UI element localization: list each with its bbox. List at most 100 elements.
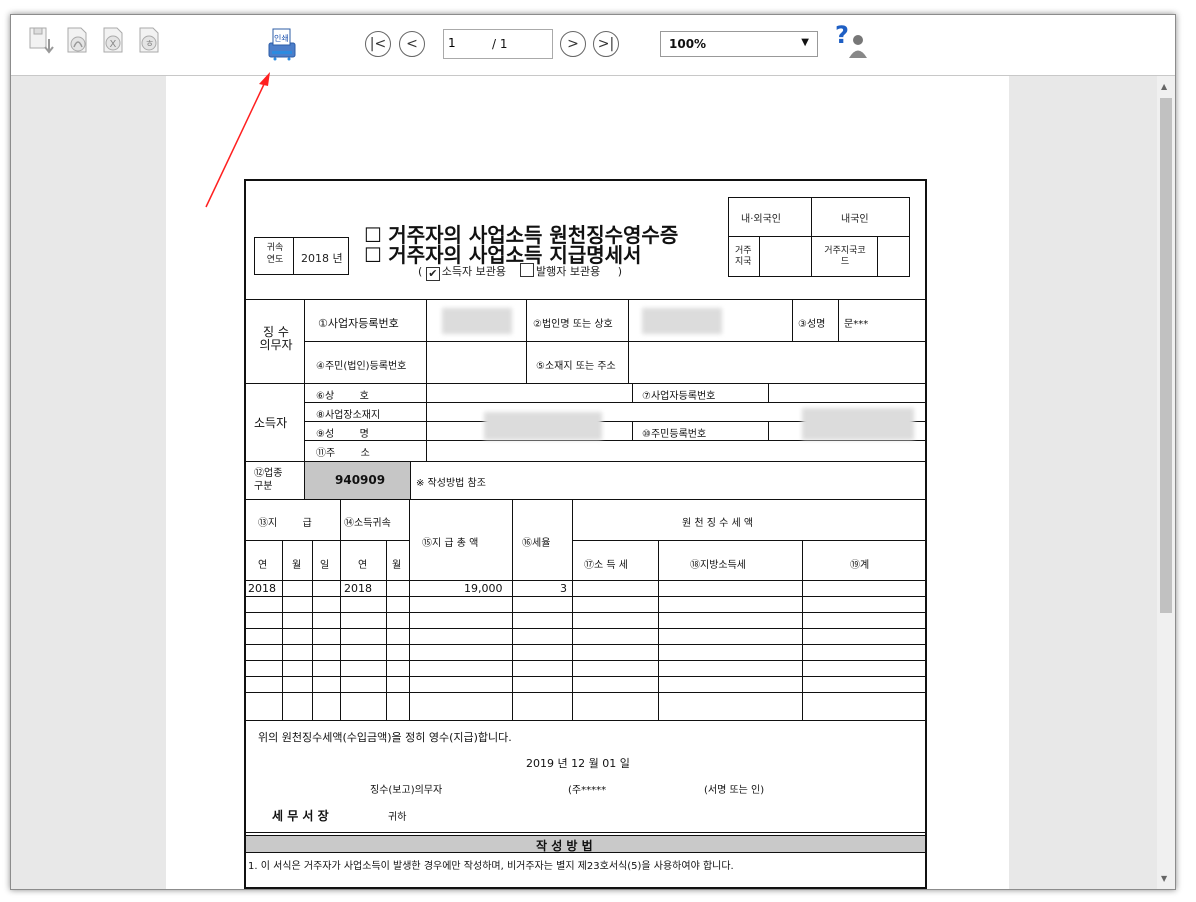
payer-section: 징 수 의무자 ①사업자등록번호 ②법인명 또는 상호 ③성명 문*** ④주민… <box>246 300 925 384</box>
date-text: 2019 년 12 월 01 일 <box>526 757 630 770</box>
resident-reg-no10-label: ⑩주민등록번호 <box>642 429 707 440</box>
sign-note: (서명 또는 인) <box>704 785 765 796</box>
cell-pay-year: 2018 <box>248 582 276 595</box>
cell-amount: 19,000 <box>464 582 503 595</box>
industry-code-cell: 940909 <box>305 462 410 499</box>
first-page-button[interactable]: |< <box>365 31 391 57</box>
confirm-text: 위의 원천징수세액(수입금액)을 정히 영수(지급)합니다. <box>258 731 512 744</box>
local-tax-label: ⑱지방소득세 <box>690 560 746 571</box>
payer-sig-value: (주***** <box>568 785 607 796</box>
confirmation-section: 위의 원천징수세액(수입금액)을 정히 영수(지급)합니다. 2019 년 12… <box>246 721 925 833</box>
redacted-corp-name <box>642 308 722 334</box>
residence-code-label: 거주지국코 드 <box>824 246 866 267</box>
issuer-option-label: 발행자 보관용 <box>536 265 601 278</box>
page-total-label: / 1 <box>492 37 508 51</box>
print-icon-label: 인쇄 <box>274 34 289 43</box>
zoom-value: 100% <box>669 37 707 51</box>
col-pay-year: 연 <box>258 560 268 571</box>
user-icon <box>849 35 867 58</box>
attribution-label: ⑭소득귀속 <box>344 518 391 529</box>
page-number-input[interactable] <box>446 36 486 50</box>
redacted-biz-no <box>442 308 512 334</box>
name9-label: ⑨성 명 <box>316 429 369 440</box>
copy-options: ( ✔ 소득자 보관용 발행자 보관용 ) <box>418 263 623 281</box>
residency-box: 내·외국인 내국인 거주 지국 거주지국코 드 <box>728 197 910 277</box>
first-page-icon: |< <box>369 36 387 52</box>
col-pay-day: 일 <box>320 560 330 571</box>
prev-page-icon: < <box>406 36 418 52</box>
scroll-up-icon[interactable]: ▲ <box>1161 82 1167 91</box>
form-header: 귀속 연도 2018 년 ☐ 거주자의 사업소득 원천징수영수증 ☐ 거주자의 … <box>246 181 925 300</box>
col-attr-year: 연 <box>358 560 368 571</box>
report-viewer-window: X ㅎ 인쇄 |< < / 1 > >| 100% ▼ <box>10 14 1176 890</box>
vertical-scrollbar[interactable]: ▲ ▼ <box>1157 76 1175 889</box>
residence-label: 거주 지국 <box>735 246 752 267</box>
pdf-export-icon[interactable] <box>63 25 91 57</box>
pay-label: ⑬지 급 <box>258 518 312 529</box>
rate-label: ⑯세율 <box>522 538 551 549</box>
svg-text:ㅎ: ㅎ <box>145 39 154 50</box>
scroll-thumb[interactable] <box>1160 98 1172 613</box>
biz-location-label: ⑧사업장소재지 <box>316 410 381 421</box>
resident-value: 내국인 <box>841 214 869 225</box>
viewer-toolbar: X ㅎ 인쇄 |< < / 1 > >| 100% ▼ <box>11 15 1175 76</box>
industry-section: 940909 ⑫업종 구분 ※ 작성방법 참조 <box>246 462 925 500</box>
addressee: 귀하 <box>388 812 407 823</box>
industry-label: ⑫업종 구분 <box>254 468 283 492</box>
total-label: ⑲계 <box>850 560 870 571</box>
year-value: 2018 년 <box>301 252 343 265</box>
industry-note: ※ 작성방법 참조 <box>416 478 486 489</box>
name3-value: 문*** <box>844 319 869 330</box>
method-header-bar: 작 성 방 법 <box>246 835 925 853</box>
holder-checkbox[interactable]: ✔ <box>425 267 440 281</box>
svg-text:X: X <box>110 39 117 50</box>
method-line-1: 1. 이 서식은 거주자가 사업소득이 발생한 경우에만 작성하며, 비거주자는… <box>248 861 734 872</box>
payer-sig-label: 징수(보고)의무자 <box>370 785 443 796</box>
withholding-receipt-form: 귀속 연도 2018 년 ☐ 거주자의 사업소득 원천징수영수증 ☐ 거주자의 … <box>244 179 927 889</box>
col-pay-month: 월 <box>292 560 302 571</box>
page-number-field[interactable]: / 1 <box>443 29 553 59</box>
name3-label: ③성명 <box>798 319 826 330</box>
hwp-export-icon[interactable]: ㅎ <box>135 25 163 57</box>
address11-label: ⑪주 소 <box>316 448 370 459</box>
next-page-icon: > <box>567 36 579 52</box>
issuer-checkbox[interactable] <box>520 263 535 277</box>
last-page-button[interactable]: >| <box>593 31 619 57</box>
save-export-icon[interactable] <box>27 25 55 57</box>
trade-name-label: ⑥상 호 <box>316 391 369 402</box>
income-tax-label: ⑰소 득 세 <box>584 560 628 571</box>
redacted-resident-no <box>802 408 914 440</box>
method-header: 작 성 방 법 <box>536 839 593 853</box>
chevron-down-icon: ▼ <box>801 37 809 48</box>
industry-code: 940909 <box>335 473 386 487</box>
address5-label: ⑤소재지 또는 주소 <box>536 361 616 372</box>
print-button[interactable]: 인쇄 <box>263 23 299 63</box>
pay-total-label: ⑮지 급 총 액 <box>422 538 479 549</box>
col-attr-month: 월 <box>392 560 402 571</box>
excel-export-icon[interactable]: X <box>99 25 127 57</box>
zoom-select[interactable]: 100% ▼ <box>660 31 818 57</box>
help-button[interactable]: ? <box>833 21 871 61</box>
biz-reg-no7-label: ⑦사업자등록번호 <box>642 391 716 402</box>
resident-label: 내·외국인 <box>741 214 781 225</box>
next-page-button[interactable]: > <box>560 31 586 57</box>
holder-option-label: 소득자 보관용 <box>441 265 507 278</box>
scroll-down-icon[interactable]: ▼ <box>1161 874 1167 883</box>
cell-rate: 3 <box>560 582 567 595</box>
prev-page-button[interactable]: < <box>399 31 425 57</box>
biz-reg-no-label: ①사업자등록번호 <box>318 317 399 330</box>
corp-name-label: ②법인명 또는 상호 <box>533 319 613 330</box>
payer-label: 징 수 의무자 <box>259 325 293 352</box>
resident-reg-no-label: ④주민(법인)등록번호 <box>316 361 407 372</box>
year-label: 귀속 연도 <box>266 243 284 265</box>
withholding-label: 원 천 징 수 세 액 <box>682 518 754 529</box>
recipient-section: 소득자 ⑥상 호 ⑦사업자등록번호 ⑧사업장소재지 ⑨성 명 ⑩주민등록번호 ⑪… <box>246 384 925 462</box>
year-box: 귀속 연도 2018 년 <box>254 237 349 275</box>
recipient-label: 소득자 <box>254 416 288 430</box>
document-view[interactable]: 귀속 연도 2018 년 ☐ 거주자의 사업소득 원천징수영수증 ☐ 거주자의 … <box>11 76 1175 889</box>
document-page: 귀속 연도 2018 년 ☐ 거주자의 사업소득 원천징수영수증 ☐ 거주자의 … <box>166 76 1009 889</box>
redacted-name <box>484 412 602 440</box>
last-page-icon: >| <box>597 36 615 52</box>
cell-attr-year: 2018 <box>344 582 372 595</box>
tax-office: 세 무 서 장 <box>272 809 329 823</box>
